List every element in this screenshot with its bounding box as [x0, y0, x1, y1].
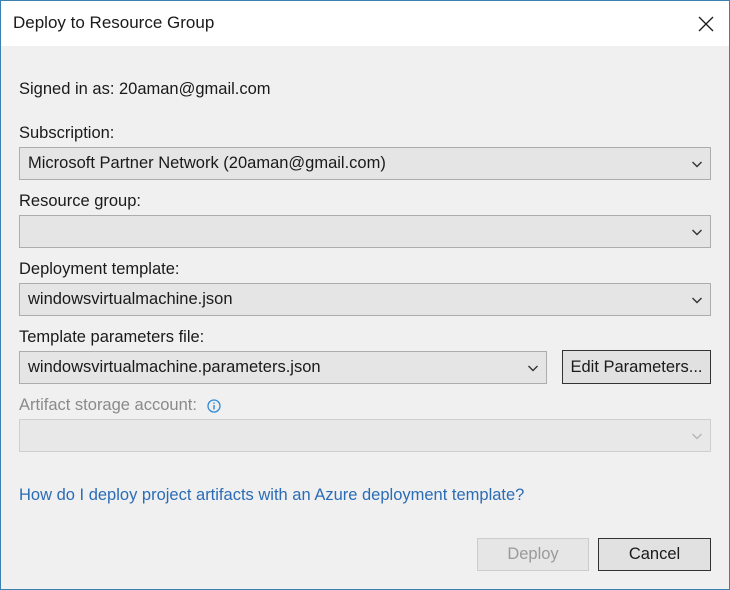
signed-in-text: Signed in as: 20aman@gmail.com [19, 80, 271, 98]
deployment-template-label: Deployment template: [19, 260, 180, 278]
artifact-storage-label-row: Artifact storage account: [19, 396, 221, 415]
dialog-title: Deploy to Resource Group [13, 13, 215, 32]
deployment-template-dropdown[interactable]: windowsvirtualmachine.json [19, 283, 711, 316]
template-parameters-dropdown[interactable]: windowsvirtualmachine.parameters.json [19, 351, 547, 384]
title-bar: Deploy to Resource Group [1, 1, 729, 46]
cancel-button[interactable]: Cancel [598, 538, 711, 571]
deployment-template-value: windowsvirtualmachine.json [28, 290, 233, 308]
subscription-value: Microsoft Partner Network (20aman@gmail.… [28, 154, 386, 172]
resource-group-label: Resource group: [19, 192, 141, 210]
subscription-dropdown[interactable]: Microsoft Partner Network (20aman@gmail.… [19, 147, 711, 180]
artifact-storage-label: Artifact storage account: [19, 396, 197, 414]
close-button[interactable] [683, 1, 729, 46]
chevron-down-icon [692, 433, 702, 440]
chevron-down-icon [528, 365, 538, 372]
chevron-down-icon [692, 161, 702, 168]
subscription-label: Subscription: [19, 124, 115, 142]
chevron-down-icon [692, 297, 702, 304]
chevron-down-icon [692, 229, 702, 236]
resource-group-dropdown[interactable] [19, 215, 711, 248]
template-parameters-value: windowsvirtualmachine.parameters.json [28, 358, 321, 376]
info-icon[interactable] [207, 398, 221, 413]
template-parameters-label: Template parameters file: [19, 328, 205, 346]
deploy-button[interactable]: Deploy [477, 538, 589, 571]
help-link[interactable]: How do I deploy project artifacts with a… [19, 486, 524, 505]
artifact-storage-dropdown[interactable] [19, 419, 711, 452]
deploy-dialog: Deploy to Resource Group Signed in as: 2… [0, 0, 730, 590]
close-icon [698, 16, 714, 31]
edit-parameters-button[interactable]: Edit Parameters... [562, 350, 711, 384]
